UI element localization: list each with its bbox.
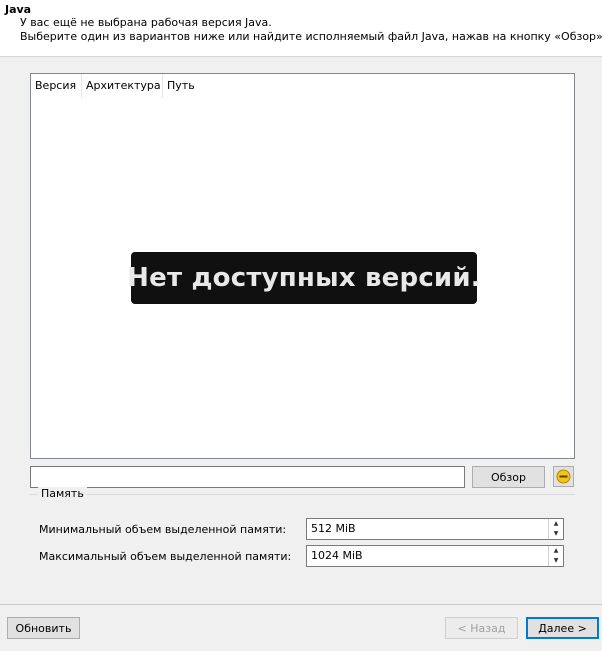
table-header: Версия Архитектура Путь bbox=[31, 74, 203, 98]
java-versions-table[interactable]: Версия Архитектура Путь Нет доступных ве… bbox=[30, 73, 575, 459]
max-memory-label: Максимальный объем выделенной памяти: bbox=[39, 550, 292, 563]
header-divider bbox=[0, 56, 602, 57]
java-path-input[interactable] bbox=[30, 466, 465, 488]
page-title: Java bbox=[5, 3, 32, 16]
spin-down-icon[interactable]: ▼ bbox=[549, 529, 563, 539]
refresh-button[interactable]: Обновить bbox=[7, 617, 80, 639]
wizard-header: Java У вас ещё не выбрана рабочая версия… bbox=[0, 0, 602, 56]
empty-table-message: Нет доступных версий. bbox=[127, 252, 481, 304]
spin-up-icon[interactable]: ▲ bbox=[549, 546, 563, 556]
column-header-architecture[interactable]: Архитектура bbox=[82, 74, 163, 98]
memory-groupbox: Память Минимальный объем выделенной памя… bbox=[30, 487, 575, 574]
min-memory-label: Минимальный объем выделенной памяти: bbox=[39, 523, 287, 536]
max-memory-value[interactable]: 1024 MiB bbox=[311, 546, 363, 566]
minus-circle-icon bbox=[553, 466, 574, 487]
min-memory-value[interactable]: 512 MiB bbox=[311, 519, 356, 539]
memory-group-title: Память bbox=[38, 487, 87, 500]
footer-divider bbox=[0, 604, 602, 605]
min-memory-spinbox[interactable]: 512 MiB ▲ ▼ bbox=[306, 518, 564, 540]
browse-button[interactable]: Обзор bbox=[472, 466, 545, 488]
back-button[interactable]: < Назад bbox=[445, 617, 518, 639]
next-button[interactable]: Далее > bbox=[526, 617, 599, 639]
header-description-line-2: Выберите один из вариантов ниже или найд… bbox=[20, 30, 602, 43]
column-header-version[interactable]: Версия bbox=[31, 74, 82, 98]
header-description-line-1: У вас ещё не выбрана рабочая версия Java… bbox=[20, 16, 272, 29]
spin-down-icon[interactable]: ▼ bbox=[549, 556, 563, 566]
java-setup-wizard: Java У вас ещё не выбрана рабочая версия… bbox=[0, 0, 602, 651]
spin-up-icon[interactable]: ▲ bbox=[549, 519, 563, 529]
column-header-path[interactable]: Путь bbox=[163, 74, 203, 98]
max-memory-spinbox[interactable]: 1024 MiB ▲ ▼ bbox=[306, 545, 564, 567]
max-memory-spin-arrows[interactable]: ▲ ▼ bbox=[548, 546, 563, 566]
min-memory-spin-arrows[interactable]: ▲ ▼ bbox=[548, 519, 563, 539]
